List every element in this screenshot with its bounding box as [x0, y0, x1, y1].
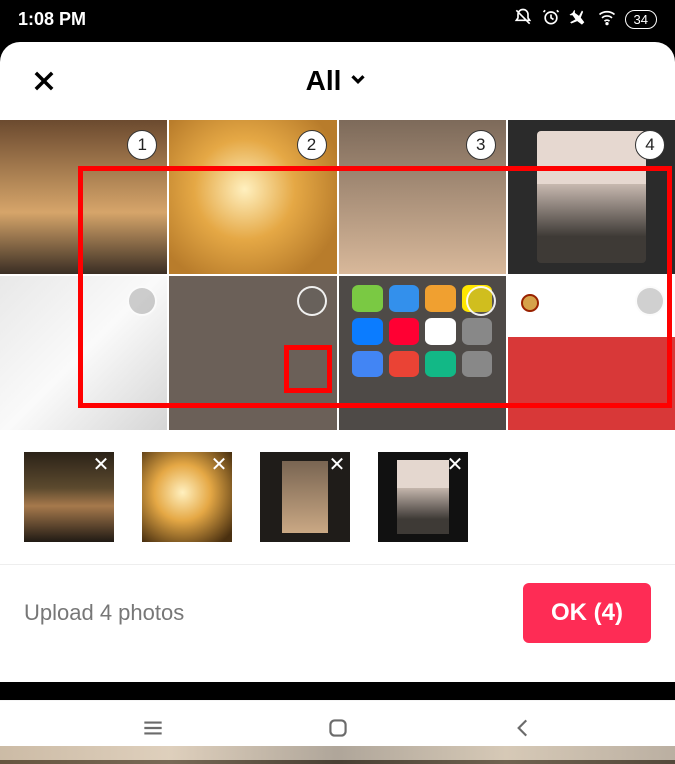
album-selector[interactable]: All — [306, 65, 370, 97]
selection-ring — [635, 286, 665, 316]
remove-icon[interactable]: ✕ — [326, 454, 348, 476]
selection-badge: 4 — [635, 130, 665, 160]
picker-footer: Upload 4 photos OK (4) — [0, 564, 675, 671]
remove-icon[interactable]: ✕ — [208, 454, 230, 476]
tray-thumbnail[interactable]: ✕ — [260, 452, 350, 542]
photo-thumbnail[interactable]: 1 — [0, 120, 167, 274]
album-label: All — [306, 65, 342, 97]
tray-thumbnail[interactable]: ✕ — [378, 452, 468, 542]
status-bar: 1:08 PM 34 — [0, 0, 675, 38]
status-time: 1:08 PM — [18, 9, 86, 30]
selected-tray: ✕ ✕ ✕ ✕ — [0, 430, 675, 564]
alarm-icon — [541, 7, 561, 32]
upload-hint: Upload 4 photos — [24, 600, 184, 626]
wifi-icon — [597, 7, 617, 32]
remove-icon[interactable]: ✕ — [444, 454, 466, 476]
chevron-down-icon — [347, 65, 369, 97]
photo-thumbnail[interactable] — [169, 276, 336, 430]
home-button[interactable] — [325, 715, 351, 746]
close-button[interactable] — [30, 67, 58, 95]
airplane-icon — [569, 7, 589, 32]
photo-grid: 1 2 3 4 — [0, 120, 675, 430]
photo-thumbnail[interactable] — [508, 276, 675, 430]
selection-badge: 3 — [466, 130, 496, 160]
recents-button[interactable] — [140, 715, 166, 746]
tray-thumbnail[interactable]: ✕ — [24, 452, 114, 542]
selection-ring — [127, 286, 157, 316]
back-button[interactable] — [510, 715, 536, 746]
ok-button[interactable]: OK (4) — [523, 583, 651, 643]
photo-thumbnail[interactable]: 2 — [169, 120, 336, 274]
dnd-icon — [513, 7, 533, 32]
selection-ring — [466, 286, 496, 316]
selection-badge: 2 — [297, 130, 327, 160]
photo-thumbnail[interactable]: 4 — [508, 120, 675, 274]
photo-thumbnail[interactable]: 3 — [339, 120, 506, 274]
picker-panel: All 1 2 3 4 — [0, 42, 675, 682]
picker-header: All — [0, 42, 675, 120]
photo-thumbnail[interactable] — [0, 276, 167, 430]
battery-level: 34 — [625, 10, 657, 29]
selection-badge: 1 — [127, 130, 157, 160]
remove-icon[interactable]: ✕ — [90, 454, 112, 476]
tray-thumbnail[interactable]: ✕ — [142, 452, 232, 542]
photo-thumbnail[interactable] — [339, 276, 506, 430]
decorative-strip — [0, 746, 675, 764]
selection-ring — [297, 286, 327, 316]
